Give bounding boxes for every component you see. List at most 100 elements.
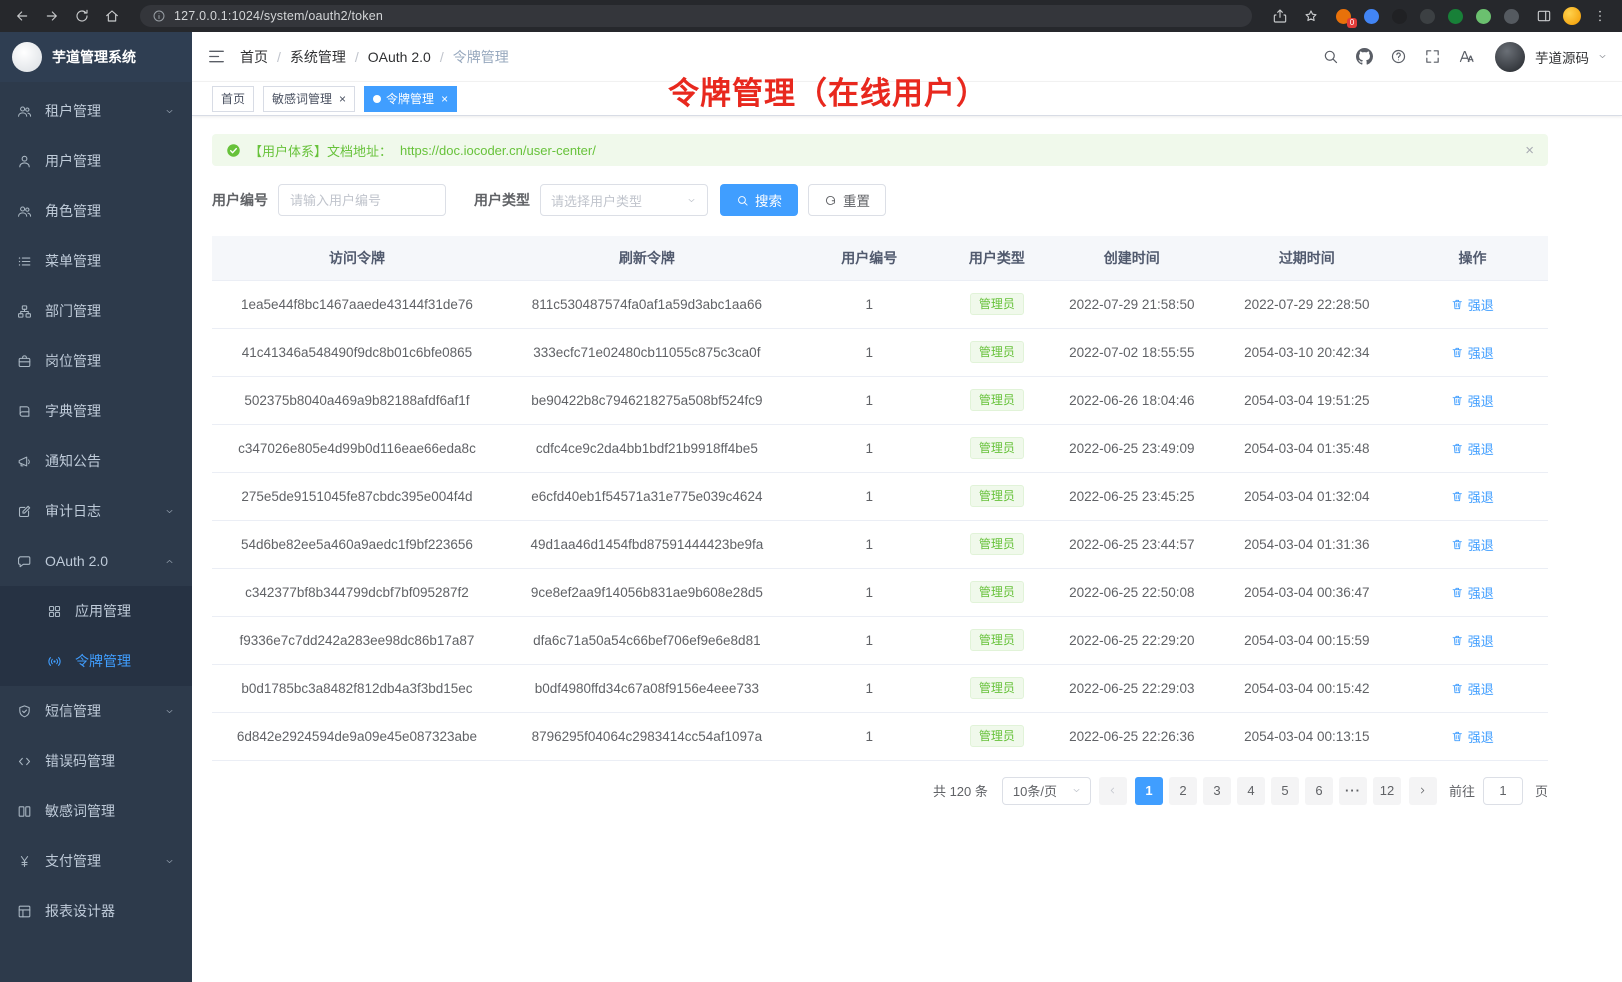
- sidebar-toggle-button[interactable]: [200, 41, 232, 73]
- page-number-button[interactable]: 5: [1271, 777, 1299, 805]
- tab-item[interactable]: 令牌管理×: [364, 86, 457, 112]
- home-button[interactable]: [100, 4, 124, 28]
- sidebar-item[interactable]: 错误码管理: [0, 736, 192, 786]
- fullscreen-button[interactable]: [1419, 44, 1445, 70]
- sidebar-item[interactable]: 短信管理: [0, 686, 192, 736]
- sidebar-item[interactable]: 令牌管理: [0, 636, 192, 686]
- user-menu-caret-icon[interactable]: [1597, 51, 1608, 62]
- page-number-button[interactable]: 4: [1237, 777, 1265, 805]
- user-type-cell: 管理员: [947, 328, 1047, 376]
- table-row: f9336e7c7dd242a283ee98dc86b17a87dfa6c71a…: [212, 616, 1548, 664]
- page-number-button[interactable]: 6: [1305, 777, 1333, 805]
- column-header: 刷新令牌: [502, 236, 792, 280]
- browser-menu-button[interactable]: [1588, 4, 1612, 28]
- hamburger-icon: [207, 47, 226, 66]
- next-page-button[interactable]: [1409, 777, 1437, 805]
- font-size-button[interactable]: [1453, 44, 1479, 70]
- help-button[interactable]: [1385, 44, 1411, 70]
- reload-button[interactable]: [70, 4, 94, 28]
- force-logout-button[interactable]: 强退: [1451, 295, 1494, 314]
- back-button[interactable]: [10, 4, 34, 28]
- share-button[interactable]: [1268, 4, 1292, 28]
- column-header: 创建时间: [1047, 236, 1217, 280]
- sidebar-item[interactable]: 部门管理: [0, 286, 192, 336]
- page-number-button[interactable]: 12: [1373, 777, 1401, 805]
- tab-item[interactable]: 敏感词管理×: [263, 86, 355, 112]
- refresh-token-cell: 8796295f04064c2983414cc54af1097a: [502, 712, 792, 760]
- page-number-button[interactable]: 2: [1169, 777, 1197, 805]
- sidebar-item[interactable]: 审计日志: [0, 486, 192, 536]
- sidebar-item[interactable]: 支付管理: [0, 836, 192, 886]
- more-pages-button[interactable]: ···: [1339, 777, 1367, 805]
- user-type-badge: 管理员: [970, 341, 1024, 364]
- user-name[interactable]: 芋道源码: [1535, 47, 1589, 67]
- tabs-bar: 首页敏感词管理× 令牌管理×: [192, 82, 1622, 116]
- user-avatar[interactable]: [1495, 42, 1525, 72]
- breadcrumb-item[interactable]: 首页: [240, 47, 268, 67]
- bookmark-button[interactable]: [1299, 4, 1323, 28]
- expire-time-cell: 2022-07-29 22:28:50: [1217, 280, 1397, 328]
- user-id-input[interactable]: [278, 184, 446, 216]
- browser-profile-avatar[interactable]: [1563, 7, 1581, 25]
- page-number-button[interactable]: 1: [1135, 777, 1163, 805]
- sidebar-item[interactable]: 租户管理: [0, 86, 192, 136]
- breadcrumb-item[interactable]: 系统管理: [290, 47, 346, 67]
- github-button[interactable]: [1351, 44, 1377, 70]
- prev-page-button[interactable]: [1099, 777, 1127, 805]
- expire-time-cell: 2054-03-04 01:32:04: [1217, 472, 1397, 520]
- breadcrumb-item[interactable]: OAuth 2.0: [368, 49, 431, 65]
- table-row: 41c41346a548490f9dc8b01c6bfe0865333ecfc7…: [212, 328, 1548, 376]
- sidebar-item[interactable]: 通知公告: [0, 436, 192, 486]
- force-logout-button[interactable]: 强退: [1451, 631, 1494, 650]
- page-size-select[interactable]: 10条/页: [1002, 777, 1091, 805]
- search-button[interactable]: [1317, 44, 1343, 70]
- tab-close-icon[interactable]: ×: [441, 93, 448, 105]
- user-type-select[interactable]: 请选择用户类型: [540, 184, 708, 216]
- extension-dark-icon[interactable]: [1504, 9, 1519, 24]
- kebab-menu-icon: [1592, 8, 1608, 24]
- force-logout-button[interactable]: 强退: [1451, 343, 1494, 362]
- sidebar-item[interactable]: 用户管理: [0, 136, 192, 186]
- sidebar-item[interactable]: OAuth 2.0: [0, 536, 192, 586]
- sidebar-item[interactable]: 报表设计器: [0, 886, 192, 936]
- alert-doc-link[interactable]: https://doc.iocoder.cn/user-center/: [400, 143, 596, 158]
- chevron-left-icon: [1107, 785, 1118, 796]
- force-logout-button[interactable]: 强退: [1451, 679, 1494, 698]
- sidebar-item[interactable]: 岗位管理: [0, 336, 192, 386]
- sidebar-item[interactable]: 角色管理: [0, 186, 192, 236]
- goto-page-input[interactable]: [1483, 777, 1523, 805]
- reset-button[interactable]: 重置: [808, 184, 886, 216]
- forward-button[interactable]: [40, 4, 64, 28]
- user-id-label: 用户编号: [212, 190, 268, 210]
- sidebar-item[interactable]: 敏感词管理: [0, 786, 192, 836]
- site-info-icon[interactable]: [152, 9, 166, 23]
- extension-grid-icon[interactable]: 0: [1336, 9, 1351, 24]
- force-logout-button[interactable]: 强退: [1451, 391, 1494, 410]
- chevron-down-icon: [164, 506, 175, 517]
- extension-green-icon[interactable]: [1448, 9, 1463, 24]
- url-bar[interactable]: 127.0.0.1:1024/system/oauth2/token: [140, 5, 1252, 27]
- sidebar-item[interactable]: 应用管理: [0, 586, 192, 636]
- sidebar-item[interactable]: 字典管理: [0, 386, 192, 436]
- extension-black-icon[interactable]: [1392, 9, 1407, 24]
- tab-close-icon[interactable]: ×: [339, 93, 346, 105]
- page-number-button[interactable]: 3: [1203, 777, 1231, 805]
- app-logo[interactable]: 芋道管理系统: [0, 32, 192, 82]
- extension-gray-icon[interactable]: [1420, 9, 1435, 24]
- created-time-cell: 2022-06-25 22:29:03: [1047, 664, 1217, 712]
- extension-blue-icon[interactable]: [1364, 9, 1379, 24]
- alert-close-icon[interactable]: ×: [1525, 142, 1534, 159]
- force-logout-button[interactable]: 强退: [1451, 535, 1494, 554]
- force-logout-button[interactable]: 强退: [1451, 439, 1494, 458]
- search-submit-button[interactable]: 搜索: [720, 184, 798, 216]
- force-logout-button[interactable]: 强退: [1451, 727, 1494, 746]
- sidebar-item[interactable]: 菜单管理: [0, 236, 192, 286]
- extension-lime-icon[interactable]: [1476, 9, 1491, 24]
- breadcrumb-separator: /: [355, 49, 359, 65]
- tab-item[interactable]: 首页: [212, 86, 254, 112]
- side-panel-button[interactable]: [1532, 4, 1556, 28]
- force-logout-button[interactable]: 强退: [1451, 583, 1494, 602]
- force-logout-button[interactable]: 强退: [1451, 487, 1494, 506]
- delete-icon: [1451, 442, 1464, 455]
- search-button-label: 搜索: [755, 190, 782, 210]
